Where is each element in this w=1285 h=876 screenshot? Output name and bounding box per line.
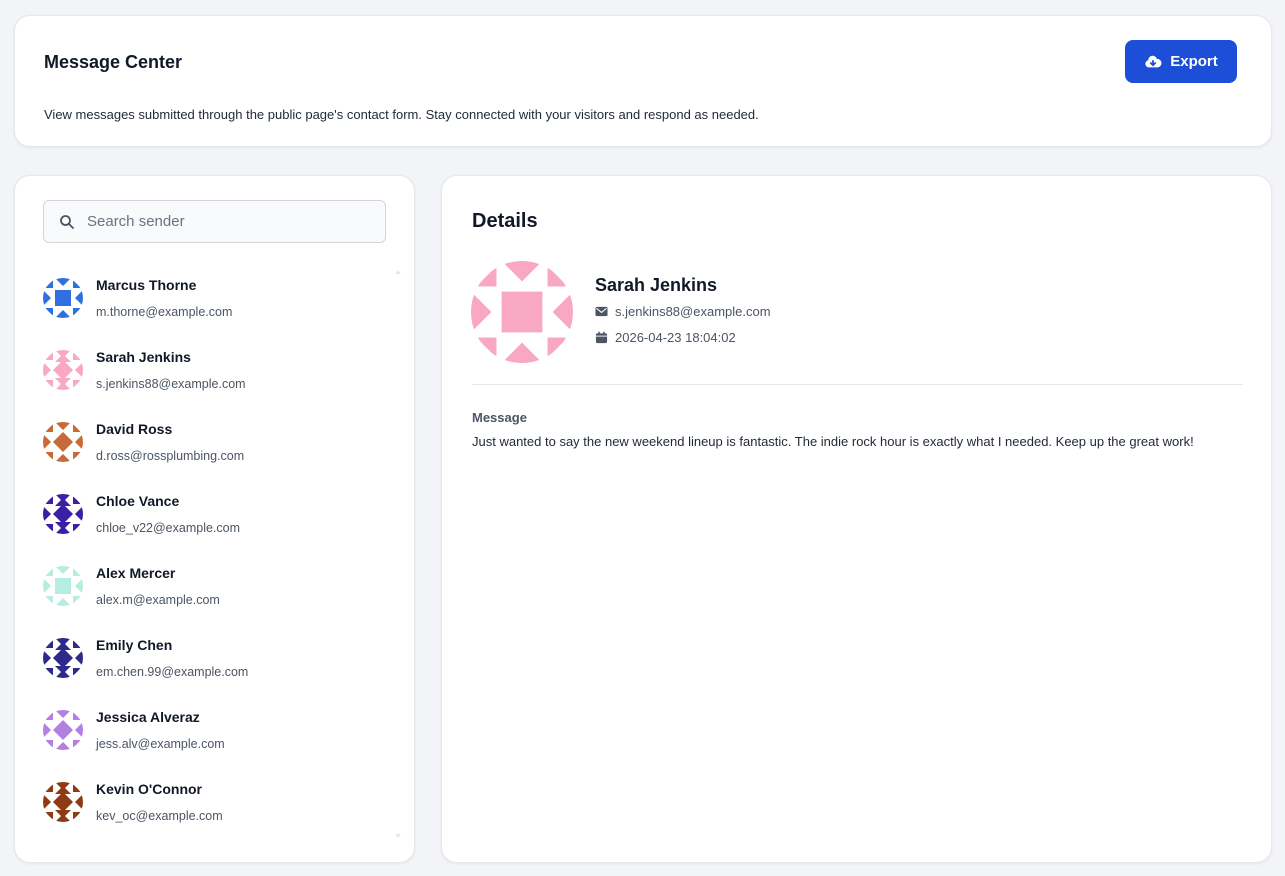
sender-item[interactable]: Marcus Thorne m.thorne@example.com	[43, 262, 383, 322]
sender-email: chloe_v22@example.com	[96, 521, 241, 535]
avatar	[43, 710, 83, 750]
sender-item[interactable]: Alex Mercer alex.m@example.com	[43, 550, 383, 610]
sender-item[interactable]: Sarah Jenkins s.jenkins88@example.com	[43, 334, 383, 394]
sender-item[interactable]: Chloe Vance chloe_v22@example.com	[43, 478, 383, 538]
sender-name: Marcus Thorne	[96, 277, 197, 293]
search-box[interactable]	[43, 200, 386, 243]
avatar	[43, 350, 83, 390]
search-icon	[59, 214, 75, 230]
sender-list: Marcus Thorne m.thorne@example.com Sarah…	[15, 262, 415, 852]
sender-item[interactable]: Jessica Alveraz jess.alv@example.com	[43, 694, 383, 754]
sender-name: David Ross	[96, 421, 173, 437]
sender-name: Emily Chen	[96, 637, 173, 653]
details-title: Details	[472, 210, 538, 232]
sender-email: em.chen.99@example.com	[96, 665, 249, 679]
sender-sidebar: Marcus Thorne m.thorne@example.com Sarah…	[14, 175, 415, 863]
sender-email-row: s.jenkins88@example.com	[595, 304, 771, 319]
scroll-down-arrow[interactable]	[394, 827, 402, 838]
export-label: Export	[1170, 53, 1218, 70]
sent-date-row: 2026-04-23 18:04:02	[595, 330, 736, 345]
page-description: View messages submitted through the publ…	[44, 107, 759, 122]
calendar-icon	[595, 331, 608, 344]
avatar	[43, 278, 83, 318]
envelope-icon	[595, 305, 608, 318]
message-label: Message	[472, 410, 527, 425]
avatar	[471, 261, 573, 363]
avatar	[43, 494, 83, 534]
sender-email: d.ross@rossplumbing.com	[96, 449, 245, 463]
sender-name: Kevin O'Connor	[96, 781, 202, 797]
divider	[472, 384, 1243, 385]
avatar	[43, 782, 83, 822]
sender-name: Chloe Vance	[96, 493, 180, 509]
sender-email: s.jenkins88@example.com	[96, 377, 246, 391]
sender-email: kev_oc@example.com	[96, 809, 223, 823]
sender-email: alex.m@example.com	[96, 593, 220, 607]
header-card: Message Center View messages submitted t…	[14, 15, 1272, 147]
details-panel: Details Sarah Jenkins s.jenkins88@exampl…	[441, 175, 1272, 863]
sender-item[interactable]: Emily Chen em.chen.99@example.com	[43, 622, 383, 682]
avatar	[43, 638, 83, 678]
sender-item[interactable]: David Ross d.ross@rossplumbing.com	[43, 406, 383, 466]
detail-date: 2026-04-23 18:04:02	[615, 330, 736, 345]
export-button[interactable]: Export	[1125, 40, 1237, 83]
sender-name: Sarah Jenkins	[96, 349, 191, 365]
search-input[interactable]	[87, 213, 385, 230]
avatar	[43, 566, 83, 606]
sender-name: Sarah Jenkins	[595, 275, 718, 295]
avatar	[43, 422, 83, 462]
page-title: Message Center	[44, 52, 183, 72]
detail-email: s.jenkins88@example.com	[615, 304, 771, 319]
cloud-download-icon	[1144, 53, 1162, 71]
message-body: Just wanted to say the new weekend lineu…	[472, 434, 1194, 449]
sender-email: m.thorne@example.com	[96, 305, 233, 319]
sender-name: Alex Mercer	[96, 565, 176, 581]
sender-name: Jessica Alveraz	[96, 709, 200, 725]
sender-item[interactable]: Kevin O'Connor kev_oc@example.com	[43, 766, 383, 826]
sender-email: jess.alv@example.com	[96, 737, 225, 751]
